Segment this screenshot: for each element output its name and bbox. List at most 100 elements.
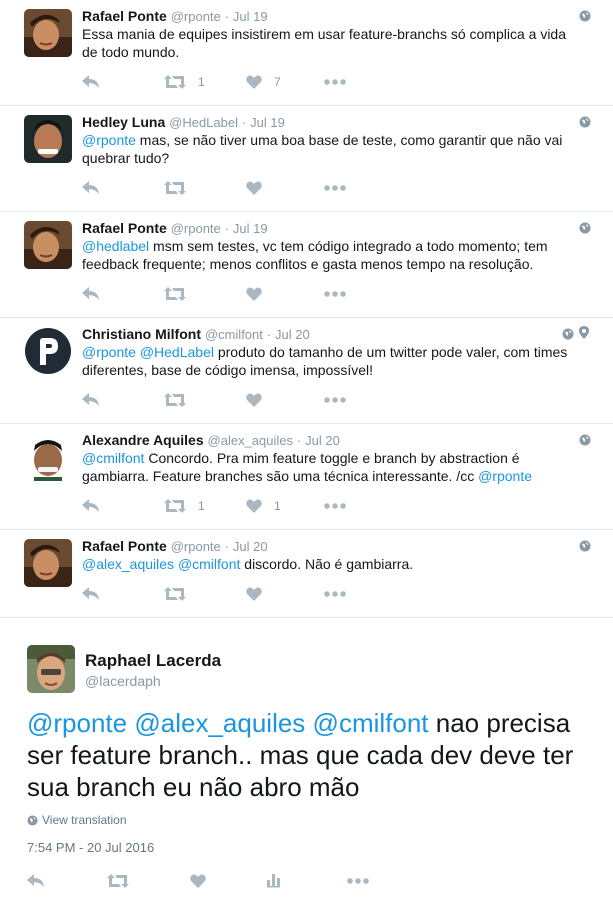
tweet[interactable]: Rafael Ponte @rponte · Jul 19 Essa mania … [0,0,613,106]
globe-icon [579,539,591,552]
mention-link[interactable]: @cmilfont [82,450,144,466]
retweet-count: 1 [198,499,205,513]
tweet[interactable]: Hedley Luna @HedLabel · Jul 19 @rponte ma… [0,106,613,212]
heart-icon [246,75,262,89]
mention-link[interactable]: @hedlabel [82,238,149,254]
tweet[interactable]: Alexandre Aquiles @alex_aquiles · Jul 20… [0,424,613,530]
reply-icon [82,181,99,194]
more-button[interactable] [324,177,346,199]
reply-button[interactable] [82,583,100,605]
reply-icon [82,287,99,300]
tweet-text: @alex_aquiles @cmilfont discordo. Não é … [82,555,582,573]
like-count: 7 [274,75,281,89]
heart-icon [246,287,262,301]
avatar[interactable] [27,645,75,693]
author-handle[interactable]: @rponte [171,221,221,236]
avatar[interactable] [24,433,72,481]
author-handle[interactable]: @cmilfont [205,327,263,342]
more-button[interactable] [324,495,346,517]
reply-button[interactable] [82,71,100,93]
mention-link[interactable]: @rponte [82,344,136,360]
tweet-header: Christiano Milfont @cmilfont · Jul 20 [82,325,553,344]
avatar[interactable] [24,539,72,587]
like-button[interactable]: 1 [246,495,281,517]
view-translation-link[interactable]: View translation [27,813,127,827]
more-button[interactable] [324,71,346,93]
tweet[interactable]: Rafael Ponte @rponte · Jul 20 @alex_aquil… [0,530,613,618]
author-name[interactable]: Raphael Lacerda [85,651,221,671]
like-button[interactable] [246,389,262,411]
tweet-text-segment [305,708,312,738]
author-name[interactable]: Hedley Luna [82,114,165,130]
mention-link[interactable]: @alex_aquiles [82,556,174,572]
retweet-button[interactable] [164,283,186,305]
retweet-button[interactable] [164,177,186,199]
like-button[interactable]: 7 [246,71,281,93]
retweet-button[interactable] [164,389,186,411]
tweet-timestamp[interactable]: 7:54 PM - 20 Jul 2016 [27,840,154,855]
mention-link[interactable]: @rponte [82,132,136,148]
mention-link[interactable]: @alex_aquiles [134,708,305,738]
reply-button[interactable] [82,495,100,517]
tweet-actions: 17 [82,71,382,93]
like-button[interactable] [246,177,262,199]
retweet-button[interactable] [164,583,186,605]
avatar[interactable] [24,9,72,57]
globe-icon [579,434,591,446]
author-name[interactable]: Rafael Ponte [82,8,167,24]
reply-button[interactable] [82,177,100,199]
reply-button[interactable] [82,283,100,305]
avatar[interactable] [24,327,72,375]
analytics-button[interactable] [267,870,281,892]
tweet-date[interactable]: Jul 19 [233,9,268,24]
focused-tweet: Raphael Lacerda @lacerdaph @rponte @alex… [0,615,613,899]
tweet-date[interactable]: Jul 20 [233,539,268,554]
tweet-date[interactable]: Jul 19 [233,221,268,236]
more-icon [324,79,346,85]
author-name[interactable]: Alexandre Aquiles [82,432,204,448]
author-name[interactable]: Rafael Ponte [82,538,167,554]
author-handle[interactable]: @rponte [171,539,221,554]
retweet-button[interactable]: 1 [164,71,205,93]
separator: · [241,115,247,130]
heart-icon [190,874,206,888]
more-button[interactable] [324,583,346,605]
like-button[interactable] [190,870,206,892]
author-handle[interactable]: @HedLabel [169,115,238,130]
like-button[interactable] [246,283,262,305]
retweet-icon [164,181,186,195]
more-button[interactable] [347,870,369,892]
more-button[interactable] [324,389,346,411]
tweet-date[interactable]: Jul 20 [275,327,310,342]
author-handle[interactable]: @alex_aquiles [208,433,293,448]
reply-button[interactable] [82,389,100,411]
author-name[interactable]: Rafael Ponte [82,220,167,236]
mention-link[interactable]: @rponte [478,468,532,484]
author-handle[interactable]: @lacerdaph [85,673,161,689]
reply-button[interactable] [27,870,45,892]
mention-link[interactable]: @rponte [27,708,127,738]
tweet[interactable]: Christiano Milfont @cmilfont · Jul 20 @rp… [0,318,613,424]
retweet-button[interactable]: 1 [164,495,205,517]
tweet-text-segment: msm sem testes, vc tem código integrado … [82,238,548,272]
author-handle[interactable]: @rponte [171,9,221,24]
retweet-button[interactable] [107,870,129,892]
tweet[interactable]: Rafael Ponte @rponte · Jul 19 @hedlabel m… [0,212,613,318]
reply-icon [82,499,99,512]
mention-link[interactable]: @cmilfont [313,708,429,738]
more-button[interactable] [324,283,346,305]
avatar[interactable] [24,115,72,163]
like-button[interactable] [246,583,262,605]
retweet-icon [164,499,186,513]
tweet-date[interactable]: Jul 19 [250,115,285,130]
mention-link[interactable]: @HedLabel [140,344,214,360]
more-icon [324,591,346,597]
avatar[interactable] [24,221,72,269]
author-name[interactable]: Christiano Milfont [82,326,201,342]
more-icon [324,397,346,403]
tweet-text: @cmilfont Concordo. Pra mim feature togg… [82,449,582,485]
mention-link[interactable]: @cmilfont [178,556,240,572]
location-icon [579,326,589,344]
tweet-date[interactable]: Jul 20 [305,433,340,448]
tweet-actions: 11 [82,495,382,517]
